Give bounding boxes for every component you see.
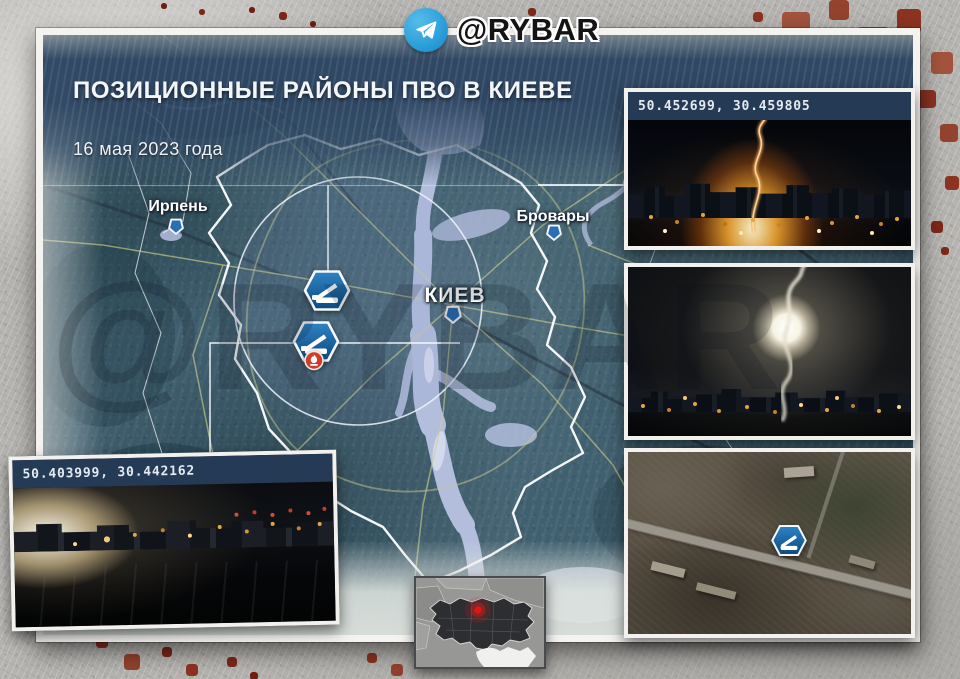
date-label: 16 мая 2023 года <box>73 139 223 160</box>
city-pin-kyiv <box>444 305 463 329</box>
coords-label-top-right: 50.452699, 30.459805 <box>628 92 911 120</box>
telegram-icon <box>404 8 448 52</box>
coords-text: 50.403999, 30.442162 <box>22 463 195 482</box>
city-label-irpin: Ирпень <box>148 198 207 216</box>
inset-photo-flare <box>624 263 915 440</box>
page-title: ПОЗИЦИОННЫЕ РАЙОНЫ ПВО В КИЕВЕ <box>73 77 573 105</box>
city-pin-irpin <box>168 218 185 240</box>
building-block <box>848 554 875 569</box>
inset-satellite <box>624 448 915 638</box>
rocket-trail <box>628 120 911 246</box>
sam-launcher-icon-satellite <box>771 525 808 562</box>
railway-foreground <box>15 559 336 627</box>
building-block <box>696 582 737 599</box>
coords-text: 50.452699, 30.459805 <box>638 99 811 114</box>
sam-launcher-icon-1 <box>303 270 351 317</box>
red-splatter-dots <box>0 0 2 2</box>
night-glow-photo <box>13 482 336 628</box>
inset-leader-line <box>538 184 632 186</box>
ukraine-map-svg <box>416 578 544 667</box>
building-block <box>783 466 814 478</box>
infographic-root: { "channel": { "handle": "@RYBAR", "icon… <box>0 0 960 679</box>
inset-photo-glow: 50.403999, 30.442162 <box>8 450 340 632</box>
city-lights <box>628 267 630 269</box>
strike-badge-icon <box>304 350 325 376</box>
kyiv-highlight-dot <box>474 606 481 613</box>
inset-photo-launch: 50.452699, 30.459805 <box>624 88 915 250</box>
city-lights <box>628 120 630 122</box>
channel-handle: @RYBAR <box>457 12 599 48</box>
building-block <box>650 561 685 578</box>
night-launch-photo <box>628 120 911 246</box>
satellite-photo <box>628 452 911 634</box>
night-flare-photo <box>628 267 911 436</box>
smoke-trail <box>628 267 911 436</box>
city-skyline-silhouette <box>14 515 335 552</box>
channel-badge: @RYBAR <box>404 8 599 52</box>
city-pin-brovary <box>546 224 563 246</box>
ukraine-locator-map <box>414 576 546 669</box>
city-lights <box>13 488 15 490</box>
